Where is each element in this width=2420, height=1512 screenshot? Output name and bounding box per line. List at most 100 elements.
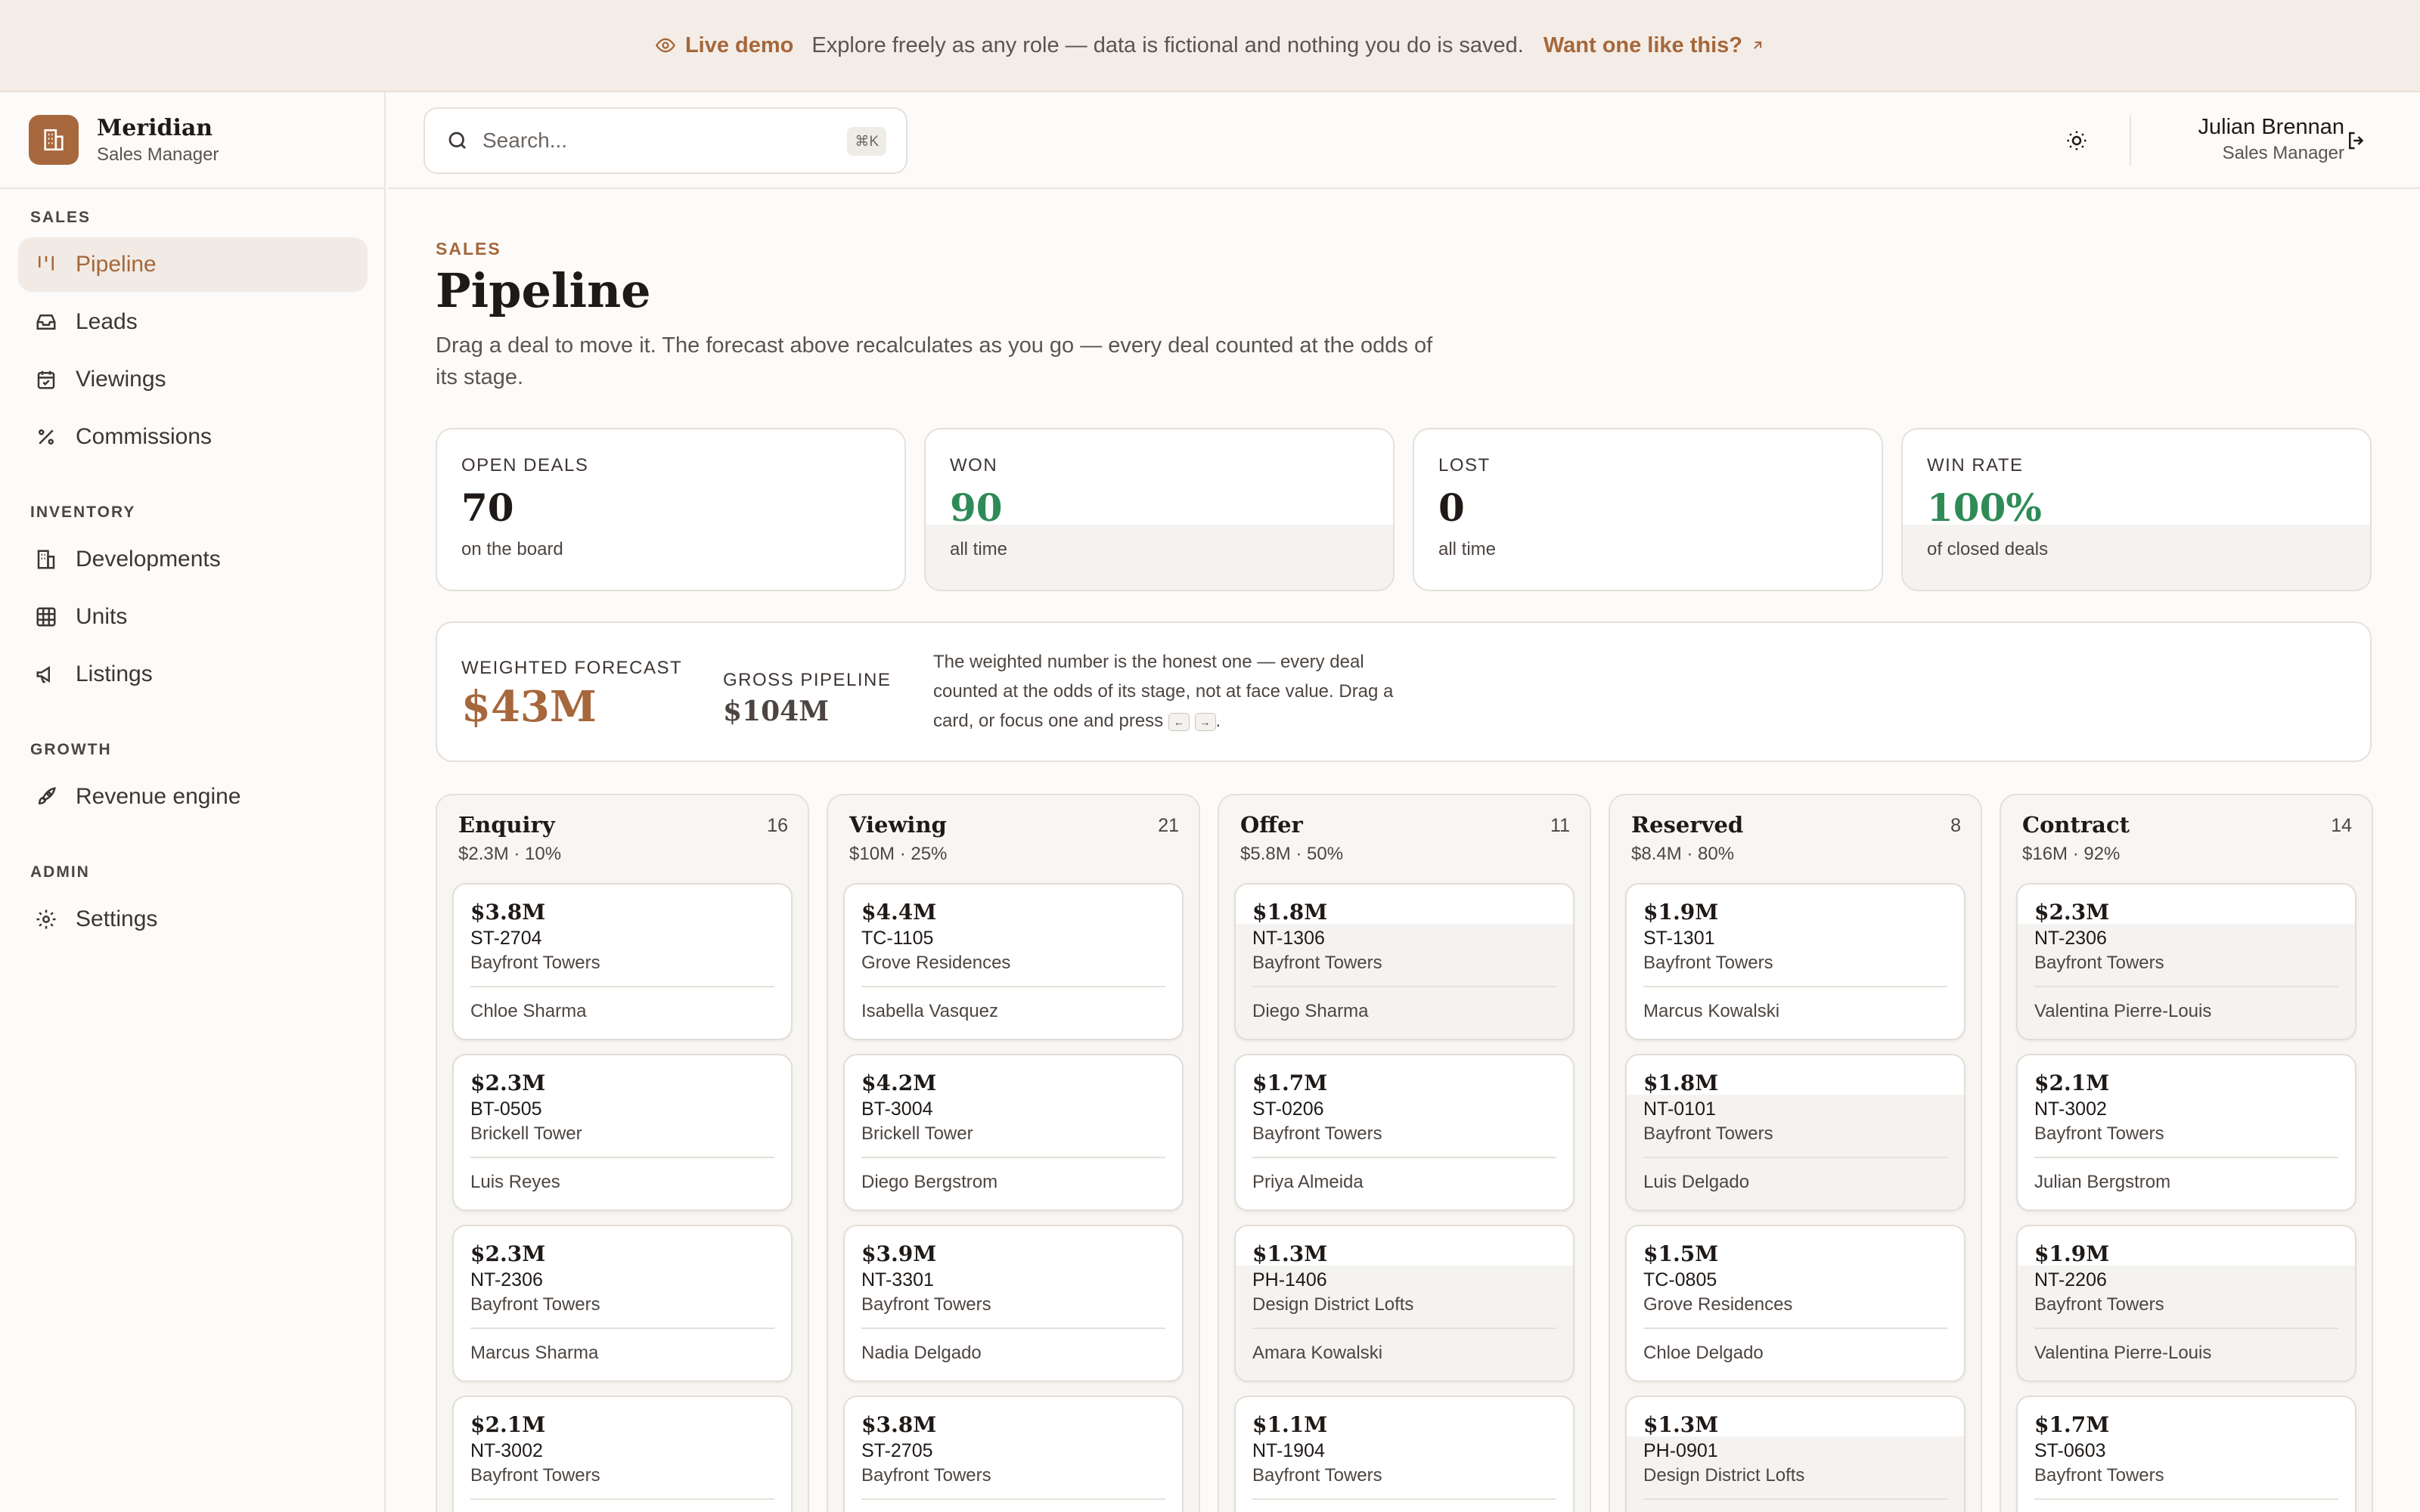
sidebar-item-label: Revenue engine [76, 784, 241, 809]
sidebar-item-revenue-engine[interactable]: Revenue engine [18, 770, 368, 824]
user-info: Julian Brennan Sales Manager [2198, 115, 2344, 164]
deal-unit: NT-1306 [1252, 928, 1325, 949]
card-divider [1643, 1498, 1947, 1500]
demo-banner: Live demo Explore freely as any role — d… [0, 0, 2420, 92]
deal-card[interactable]: $1.9M ST-1301 Bayfront Towers Marcus Kowals… [1625, 883, 1965, 1040]
column-count: 16 [767, 815, 788, 836]
deal-amount: $3.9M [861, 1241, 937, 1266]
card-divider [1252, 1328, 1556, 1329]
sidebar-item-units[interactable]: Units [18, 590, 368, 644]
deal-card[interactable]: $2.1M NT-3002 Bayfront Towers Julian Bergst… [2016, 1054, 2356, 1211]
deal-card[interactable]: $3.9M NT-3301 Bayfront Towers Nadia Delgado [843, 1225, 1184, 1382]
deal-card[interactable]: $1.7M ST-0603 Bayfront Towers [2016, 1396, 2356, 1512]
deal-unit: BT-0505 [470, 1098, 542, 1120]
sidebar-item-developments[interactable]: Developments [18, 532, 368, 587]
deal-agent: Valentina Pierre-Louis [2034, 1343, 2212, 1363]
stat-card-won: WON 90 all time [924, 428, 1395, 591]
brand-role: Sales Manager [97, 144, 219, 165]
deal-unit: ST-0603 [2034, 1440, 2106, 1461]
deal-amount: $4.4M [861, 900, 937, 925]
column-count: 11 [1550, 815, 1570, 836]
deal-card[interactable]: $1.1M NT-1904 Bayfront Towers [1234, 1396, 1575, 1512]
stat-label: OPEN DEALS [461, 455, 589, 476]
deal-agent: Luis Delgado [1643, 1172, 1750, 1192]
deal-development: Bayfront Towers [2034, 1294, 2164, 1315]
want-one-link[interactable]: Want one like this? [1544, 33, 1765, 58]
deal-development: Bayfront Towers [1643, 953, 1773, 973]
search-input[interactable] [482, 129, 815, 153]
deal-card[interactable]: $2.3M NT-2306 Bayfront Towers Valentina Pie… [2016, 883, 2356, 1040]
deal-card[interactable]: $3.8M ST-2704 Bayfront Towers Chloe Sharma [452, 883, 793, 1040]
deal-unit: BT-3004 [861, 1098, 933, 1120]
brand[interactable]: Meridian Sales Manager [0, 92, 384, 189]
deal-development: Bayfront Towers [470, 1294, 600, 1315]
deal-development: Bayfront Towers [470, 1465, 600, 1486]
deal-amount: $2.3M [2034, 900, 2110, 925]
deal-development: Brickell Tower [861, 1123, 973, 1144]
sidebar-item-commissions[interactable]: Commissions [18, 410, 368, 464]
stat-sub: all time [950, 539, 1008, 559]
deal-card[interactable]: $1.5M TC-0805 Grove Residences Chloe Delgad… [1625, 1225, 1965, 1382]
deal-card[interactable]: $2.1M NT-3002 Bayfront Towers [452, 1396, 793, 1512]
section-label-inventory: INVENTORY [30, 503, 136, 521]
sidebar-item-settings[interactable]: Settings [18, 892, 368, 947]
grid-icon [36, 607, 56, 627]
deal-card[interactable]: $4.2M BT-3004 Brickell Tower Diego Bergstro… [843, 1054, 1184, 1211]
logout-icon [2349, 132, 2364, 150]
sidebar-item-pipeline[interactable]: Pipeline [18, 237, 368, 292]
deal-development: Bayfront Towers [1252, 1123, 1382, 1144]
deal-unit: NT-1904 [1252, 1440, 1325, 1461]
column-count: 21 [1158, 815, 1179, 836]
deal-card[interactable]: $1.3M PH-0901 Design District Lofts [1625, 1396, 1965, 1512]
deal-card[interactable]: $2.3M BT-0505 Brickell Tower Luis Reyes [452, 1054, 793, 1211]
pipeline-column-offer: Offer 11 $5.8M · 50% $1.8M NT-1306 Bayfront T… [1218, 794, 1591, 1512]
sidebar-item-label: Viewings [76, 367, 166, 392]
deal-unit: NT-2306 [470, 1269, 543, 1290]
column-title: Enquiry [458, 812, 555, 838]
deal-agent: Priya Almeida [1252, 1172, 1364, 1192]
card-divider [861, 1498, 1165, 1500]
card-divider [1643, 986, 1947, 987]
deal-card[interactable]: $1.7M ST-0206 Bayfront Towers Priya Almeida [1234, 1054, 1575, 1211]
deal-amount: $1.8M [1252, 900, 1328, 925]
pipeline-column-reserved: Reserved 8 $8.4M · 80% $1.9M ST-1301 Bayfront… [1609, 794, 1982, 1512]
deal-card[interactable]: $1.3M PH-1406 Design District Lofts Amara K… [1234, 1225, 1575, 1382]
deal-card[interactable]: $1.8M NT-1306 Bayfront Towers Diego Sharma [1234, 883, 1575, 1040]
sidebar-item-listings[interactable]: Listings [18, 647, 368, 702]
user-name: Julian Brennan [2198, 115, 2344, 139]
stat-value: 0 [1438, 485, 1465, 530]
live-demo-text: Live demo [684, 33, 794, 57]
deal-agent: Julian Bergstrom [2034, 1172, 2171, 1192]
theme-toggle-button[interactable] [2059, 122, 2095, 159]
deal-amount: $2.1M [2034, 1070, 2110, 1095]
sidebar-item-leads[interactable]: Leads [18, 295, 368, 349]
card-divider [2034, 1498, 2338, 1500]
stat-label: WON [950, 455, 998, 476]
column-meta: $8.4M · 80% [1631, 844, 1735, 864]
deal-amount: $1.1M [1252, 1412, 1328, 1437]
deal-amount: $3.8M [470, 900, 546, 925]
deal-card[interactable]: $1.9M NT-2206 Bayfront Towers Valentina Pie… [2016, 1225, 2356, 1382]
deal-card[interactable]: $3.8M ST-2705 Bayfront Towers [843, 1396, 1184, 1512]
stat-sub: on the board [461, 539, 563, 559]
deal-card[interactable]: $4.4M TC-1105 Grove Residences Isabella Vas… [843, 883, 1184, 1040]
column-title: Reserved [1631, 812, 1744, 838]
deal-development: Bayfront Towers [2034, 953, 2164, 973]
deal-card[interactable]: $1.8M NT-0101 Bayfront Towers Luis Delgado [1625, 1054, 1965, 1211]
calendar-icon [37, 370, 55, 389]
stat-sub: of closed deals [1927, 539, 2049, 559]
building-icon [29, 115, 79, 165]
sidebar-item-viewings[interactable]: Viewings [18, 352, 368, 407]
search-shortcut: ⌘K [847, 127, 886, 156]
deal-development: Bayfront Towers [1252, 1465, 1382, 1486]
deal-agent: Marcus Sharma [470, 1343, 599, 1363]
weighted-forecast-label: WEIGHTED FORECAST [461, 658, 683, 678]
logout-button[interactable] [2338, 122, 2375, 159]
sidebar: Meridian Sales Manager SALES Pipeline Le… [0, 92, 386, 1512]
stat-card-open-deals: OPEN DEALS 70 on the board [436, 428, 906, 591]
stat-value: 90 [950, 485, 1003, 530]
deal-development: Bayfront Towers [861, 1465, 991, 1486]
search-box[interactable]: ⌘K [424, 107, 908, 174]
deal-card[interactable]: $2.3M NT-2306 Bayfront Towers Marcus Sharma [452, 1225, 793, 1382]
deal-development: Grove Residences [1643, 1294, 1793, 1315]
